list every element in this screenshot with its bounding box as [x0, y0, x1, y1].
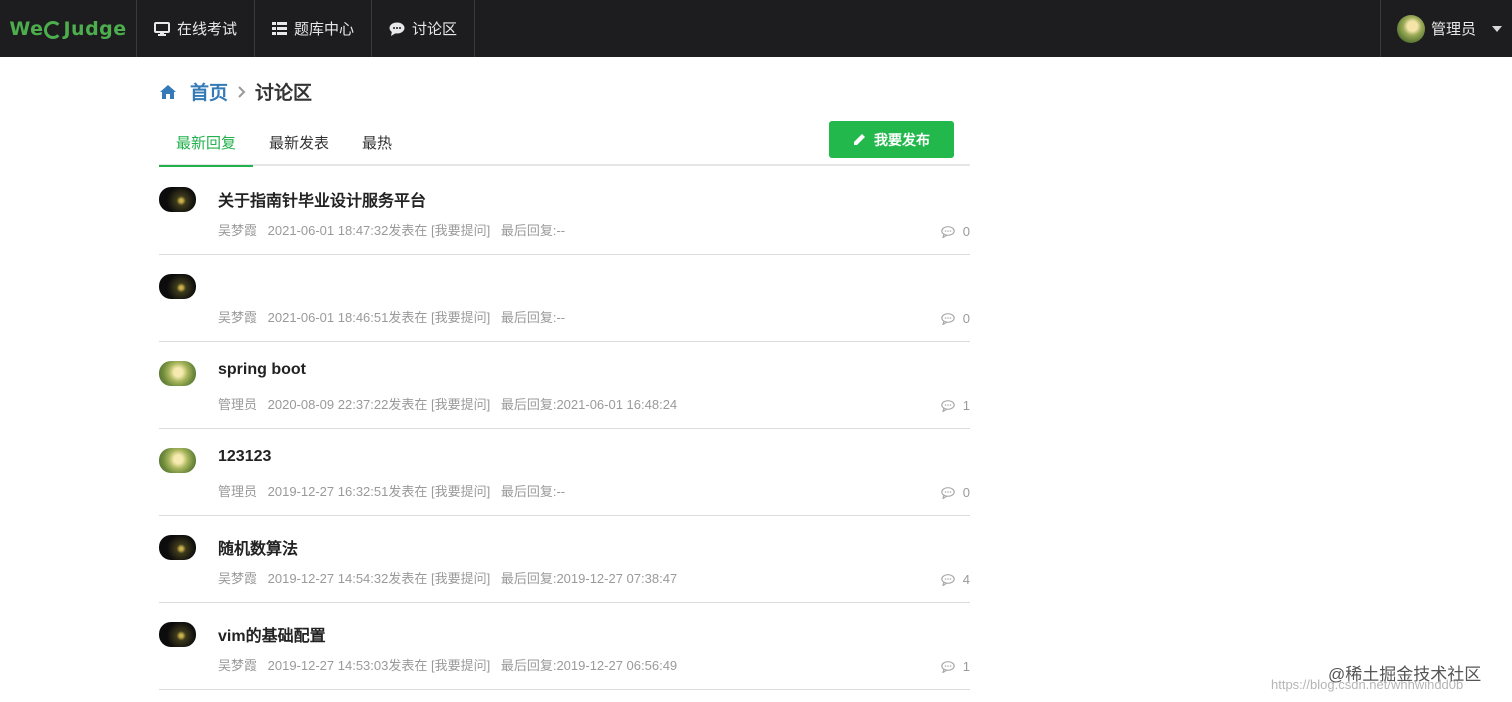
brand-suffix: Judge [63, 17, 127, 40]
nav-item-label: 在线考试 [177, 21, 238, 38]
comment-icon [940, 486, 955, 499]
watermark-text: @稀土掘金技术社区 [1328, 665, 1482, 684]
comment-icon [940, 573, 955, 586]
nav-item-exam[interactable]: 在线考试 [137, 0, 256, 57]
thread-last-reply: 最后回复:2019-12-27 06:56:49 [500, 658, 678, 673]
thread-author[interactable]: 管理员 [218, 484, 257, 499]
tab-latest-reply[interactable]: 最新回复 [159, 132, 254, 167]
comment-count-value: 1 [962, 659, 970, 674]
thread-meta: 吴梦霞 2021-06-01 18:46:51发表在 [我要提问] 最后回复:-… [218, 307, 572, 326]
thread-title[interactable]: vim的基础配置 [218, 622, 326, 646]
comment-count: 1 [940, 398, 970, 413]
tab-latest-post[interactable]: 最新发表 [269, 132, 329, 165]
thread-last-reply: 最后回复:-- [500, 310, 566, 325]
comment-count: 0 [940, 485, 970, 500]
thread-posted: 2019-12-27 14:54:32发表在 [我要提问] [267, 571, 491, 586]
avatar[interactable] [159, 274, 196, 299]
breadcrumb: 首页 讨论区 [160, 78, 312, 105]
thread-posted: 2021-06-01 18:47:32发表在 [我要提问] [267, 223, 491, 238]
brand-prefix: We [9, 17, 44, 40]
breadcrumb-current: 讨论区 [255, 83, 313, 104]
nav-item-forum[interactable]: 讨论区 [372, 0, 476, 57]
comment-count: 1 [940, 659, 970, 674]
comment-count: 0 [940, 311, 970, 326]
avatar[interactable] [159, 622, 196, 647]
nav-item-label: 题库中心 [294, 21, 355, 38]
thread-last-reply: 最后回复:2019-12-27 07:38:47 [500, 571, 678, 586]
comment-count-value: 1 [962, 398, 970, 413]
avatar[interactable] [159, 361, 196, 386]
thread-posted: 2020-08-09 22:37:22发表在 [我要提问] [267, 397, 491, 412]
publish-button-label: 我要发布 [874, 131, 930, 148]
brand-logo[interactable]: We Judge [0, 0, 137, 57]
comment-icon [940, 660, 955, 673]
thread-posted: 2019-12-27 14:53:03发表在 [我要提问] [267, 658, 491, 673]
chevron-right-icon [238, 85, 246, 98]
comment-icon [940, 399, 955, 412]
user-name: 管理员 [1430, 21, 1476, 38]
avatar[interactable] [159, 535, 196, 560]
caret-down-icon [1492, 25, 1502, 32]
comment-count-value: 0 [962, 311, 970, 326]
thread-list: 关于指南针毕业设计服务平台 吴梦霞 2021-06-01 18:47:32发表在… [159, 168, 970, 690]
list-item: 123123 管理员 2019-12-27 16:32:51发表在 [我要提问]… [159, 429, 970, 516]
thread-author[interactable]: 吴梦霞 [218, 310, 257, 325]
top-navbar: We Judge 在线考试 题库中心 讨论区 管理员 [0, 0, 1512, 57]
thread-posted: 2019-12-27 16:32:51发表在 [我要提问] [267, 484, 491, 499]
thread-author[interactable]: 吴梦霞 [218, 571, 257, 586]
comment-count-value: 0 [962, 224, 970, 239]
chat-icon [389, 22, 405, 36]
publish-button[interactable]: 我要发布 [829, 121, 954, 158]
list-item: vim的基础配置 吴梦霞 2019-12-27 14:53:03发表在 [我要提… [159, 603, 970, 690]
breadcrumb-home-link[interactable]: 首页 [190, 78, 228, 105]
comment-count-value: 0 [962, 485, 970, 500]
thread-author[interactable]: 吴梦霞 [218, 658, 257, 673]
avatar [1396, 14, 1425, 43]
thread-meta: 管理员 2020-08-09 22:37:22发表在 [我要提问] 最后回复:2… [218, 394, 684, 413]
comment-icon [940, 312, 955, 325]
monitor-icon [154, 21, 170, 36]
comment-icon [940, 225, 955, 238]
thread-title[interactable]: 关于指南针毕业设计服务平台 [218, 187, 426, 211]
thread-title[interactable]: 123123 [218, 448, 271, 466]
thread-title[interactable]: spring boot [218, 361, 306, 379]
avatar[interactable] [159, 187, 196, 212]
list-item: spring boot 管理员 2020-08-09 22:37:22发表在 [… [159, 342, 970, 429]
thread-meta: 吴梦霞 2019-12-27 14:53:03发表在 [我要提问] 最后回复:2… [218, 655, 684, 674]
thread-meta: 吴梦霞 2021-06-01 18:47:32发表在 [我要提问] 最后回复:-… [218, 220, 572, 239]
thread-meta: 吴梦霞 2019-12-27 14:54:32发表在 [我要提问] 最后回复:2… [218, 568, 684, 587]
thread-last-reply: 最后回复:-- [500, 484, 566, 499]
avatar[interactable] [159, 448, 196, 473]
pencil-icon [854, 134, 865, 145]
list-item: 关于指南针毕业设计服务平台 吴梦霞 2021-06-01 18:47:32发表在… [159, 168, 970, 255]
tab-hottest[interactable]: 最热 [362, 132, 392, 165]
list-item: 随机数算法 吴梦霞 2019-12-27 14:54:32发表在 [我要提问] … [159, 516, 970, 603]
home-icon[interactable] [160, 84, 176, 99]
nav-item-question-bank[interactable]: 题库中心 [255, 0, 373, 57]
list-icon [272, 22, 288, 35]
list-item: 吴梦霞 2021-06-01 18:46:51发表在 [我要提问] 最后回复:-… [159, 255, 970, 342]
comment-count-value: 4 [962, 572, 970, 587]
thread-posted: 2021-06-01 18:46:51发表在 [我要提问] [267, 310, 491, 325]
thread-last-reply: 最后回复:-- [500, 223, 566, 238]
comment-count: 4 [940, 572, 970, 587]
thread-author[interactable]: 管理员 [218, 397, 257, 412]
brand-mark-icon [44, 20, 63, 39]
thread-author[interactable]: 吴梦霞 [218, 223, 257, 238]
thread-last-reply: 最后回复:2021-06-01 16:48:24 [500, 397, 678, 412]
thread-meta: 管理员 2019-12-27 16:32:51发表在 [我要提问] 最后回复:-… [218, 481, 572, 500]
thread-title[interactable]: 随机数算法 [218, 535, 298, 559]
user-menu[interactable]: 管理员 [1379, 0, 1512, 57]
nav-item-label: 讨论区 [412, 21, 458, 38]
comment-count: 0 [940, 224, 970, 239]
